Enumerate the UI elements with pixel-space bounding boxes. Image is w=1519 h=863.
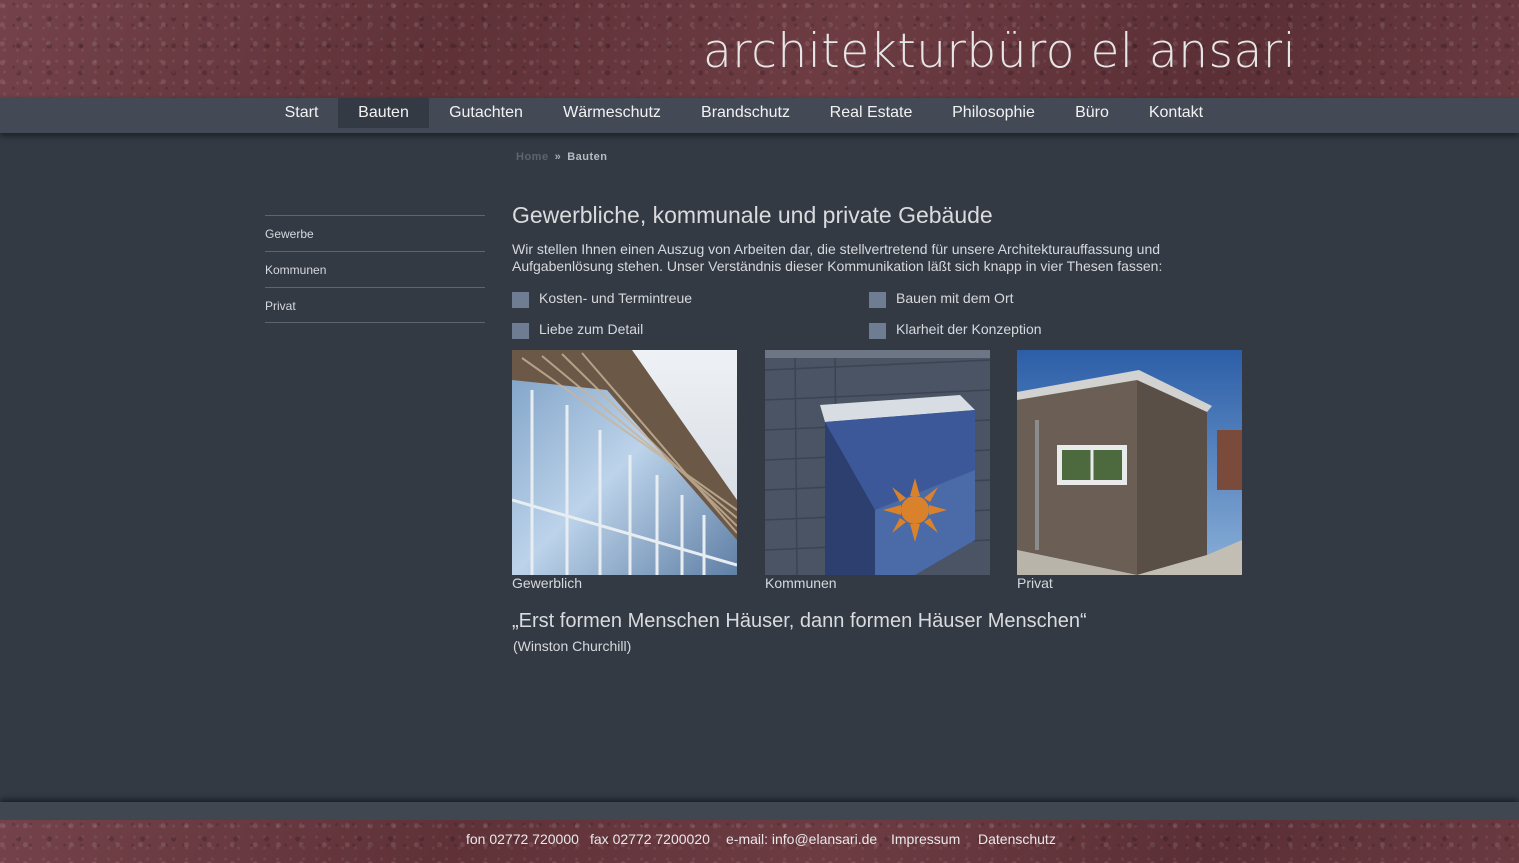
nav-item-philosophie[interactable]: Philosophie xyxy=(932,98,1055,128)
site-header: architekturbüro el ansari xyxy=(0,0,1519,98)
footer-impressum-link[interactable]: Impressum xyxy=(891,831,960,847)
nav-item-gutachten[interactable]: Gutachten xyxy=(429,98,543,128)
nav-item-bauten[interactable]: Bauten xyxy=(338,98,429,128)
footer-fax: fax 02772 7200020 xyxy=(590,831,710,847)
intro-text: Wir stellen Ihnen einen Auszug von Arbei… xyxy=(512,241,1163,274)
bullet-square-icon xyxy=(869,292,886,308)
bullet-square-icon xyxy=(512,323,529,339)
thesis-label: Klarheit der Konzeption xyxy=(896,321,1042,337)
gallery-caption[interactable]: Kommunen xyxy=(765,575,837,591)
footer-datenschutz-link[interactable]: Datenschutz xyxy=(978,831,1056,847)
thesis-label: Kosten- und Termintreue xyxy=(539,290,693,306)
nav-item-brandschutz[interactable]: Brandschutz xyxy=(681,98,810,128)
breadcrumb-current: Bauten xyxy=(567,151,608,163)
bullet-square-icon xyxy=(512,292,529,308)
quote-text: „Erst formen Menschen Häuser, dann forme… xyxy=(512,610,1087,632)
nav-item-buero[interactable]: Büro xyxy=(1055,98,1129,128)
main-navigation: Start Bauten Gutachten Wärmeschutz Brand… xyxy=(0,98,1519,133)
sidebar-navigation: Gewerbe Kommunen Privat xyxy=(265,215,485,323)
gallery-image-gewerblich[interactable] xyxy=(512,350,737,575)
gallery-image-privat[interactable] xyxy=(1017,350,1242,575)
nav-item-real-estate[interactable]: Real Estate xyxy=(810,98,932,128)
gallery-image-kommunen[interactable] xyxy=(765,350,990,575)
sidebar-item-kommunen[interactable]: Kommunen xyxy=(265,251,485,287)
footer-phone: fon 02772 720000 xyxy=(466,831,579,847)
thesis-label: Liebe zum Detail xyxy=(539,321,644,337)
page-title: Gewerbliche, kommunale und private Gebäu… xyxy=(512,202,993,228)
footer-email-link[interactable]: e-mail: info@elansari.de xyxy=(726,831,877,847)
thesis-label: Bauen mit dem Ort xyxy=(896,290,1014,306)
gallery-caption[interactable]: Gewerblich xyxy=(512,575,582,591)
site-footer: fon 02772 720000 fax 02772 7200020 e-mai… xyxy=(0,820,1519,863)
sidebar-item-gewerbe[interactable]: Gewerbe xyxy=(265,215,485,251)
breadcrumb-separator: » xyxy=(554,151,562,163)
site-logo[interactable]: architekturbüro el ansari xyxy=(703,22,1296,82)
breadcrumb-home-link[interactable]: Home xyxy=(516,151,549,163)
footer-divider xyxy=(0,802,1519,820)
gallery-caption[interactable]: Privat xyxy=(1017,575,1053,591)
breadcrumb: Home » Bauten xyxy=(516,151,607,163)
quote-author: (Winston Churchill) xyxy=(513,638,632,654)
nav-item-start[interactable]: Start xyxy=(265,98,338,128)
nav-item-kontakt[interactable]: Kontakt xyxy=(1129,98,1223,128)
sidebar-item-privat[interactable]: Privat xyxy=(265,287,485,323)
bullet-square-icon xyxy=(869,323,886,339)
nav-item-waermeschutz[interactable]: Wärmeschutz xyxy=(543,98,681,128)
